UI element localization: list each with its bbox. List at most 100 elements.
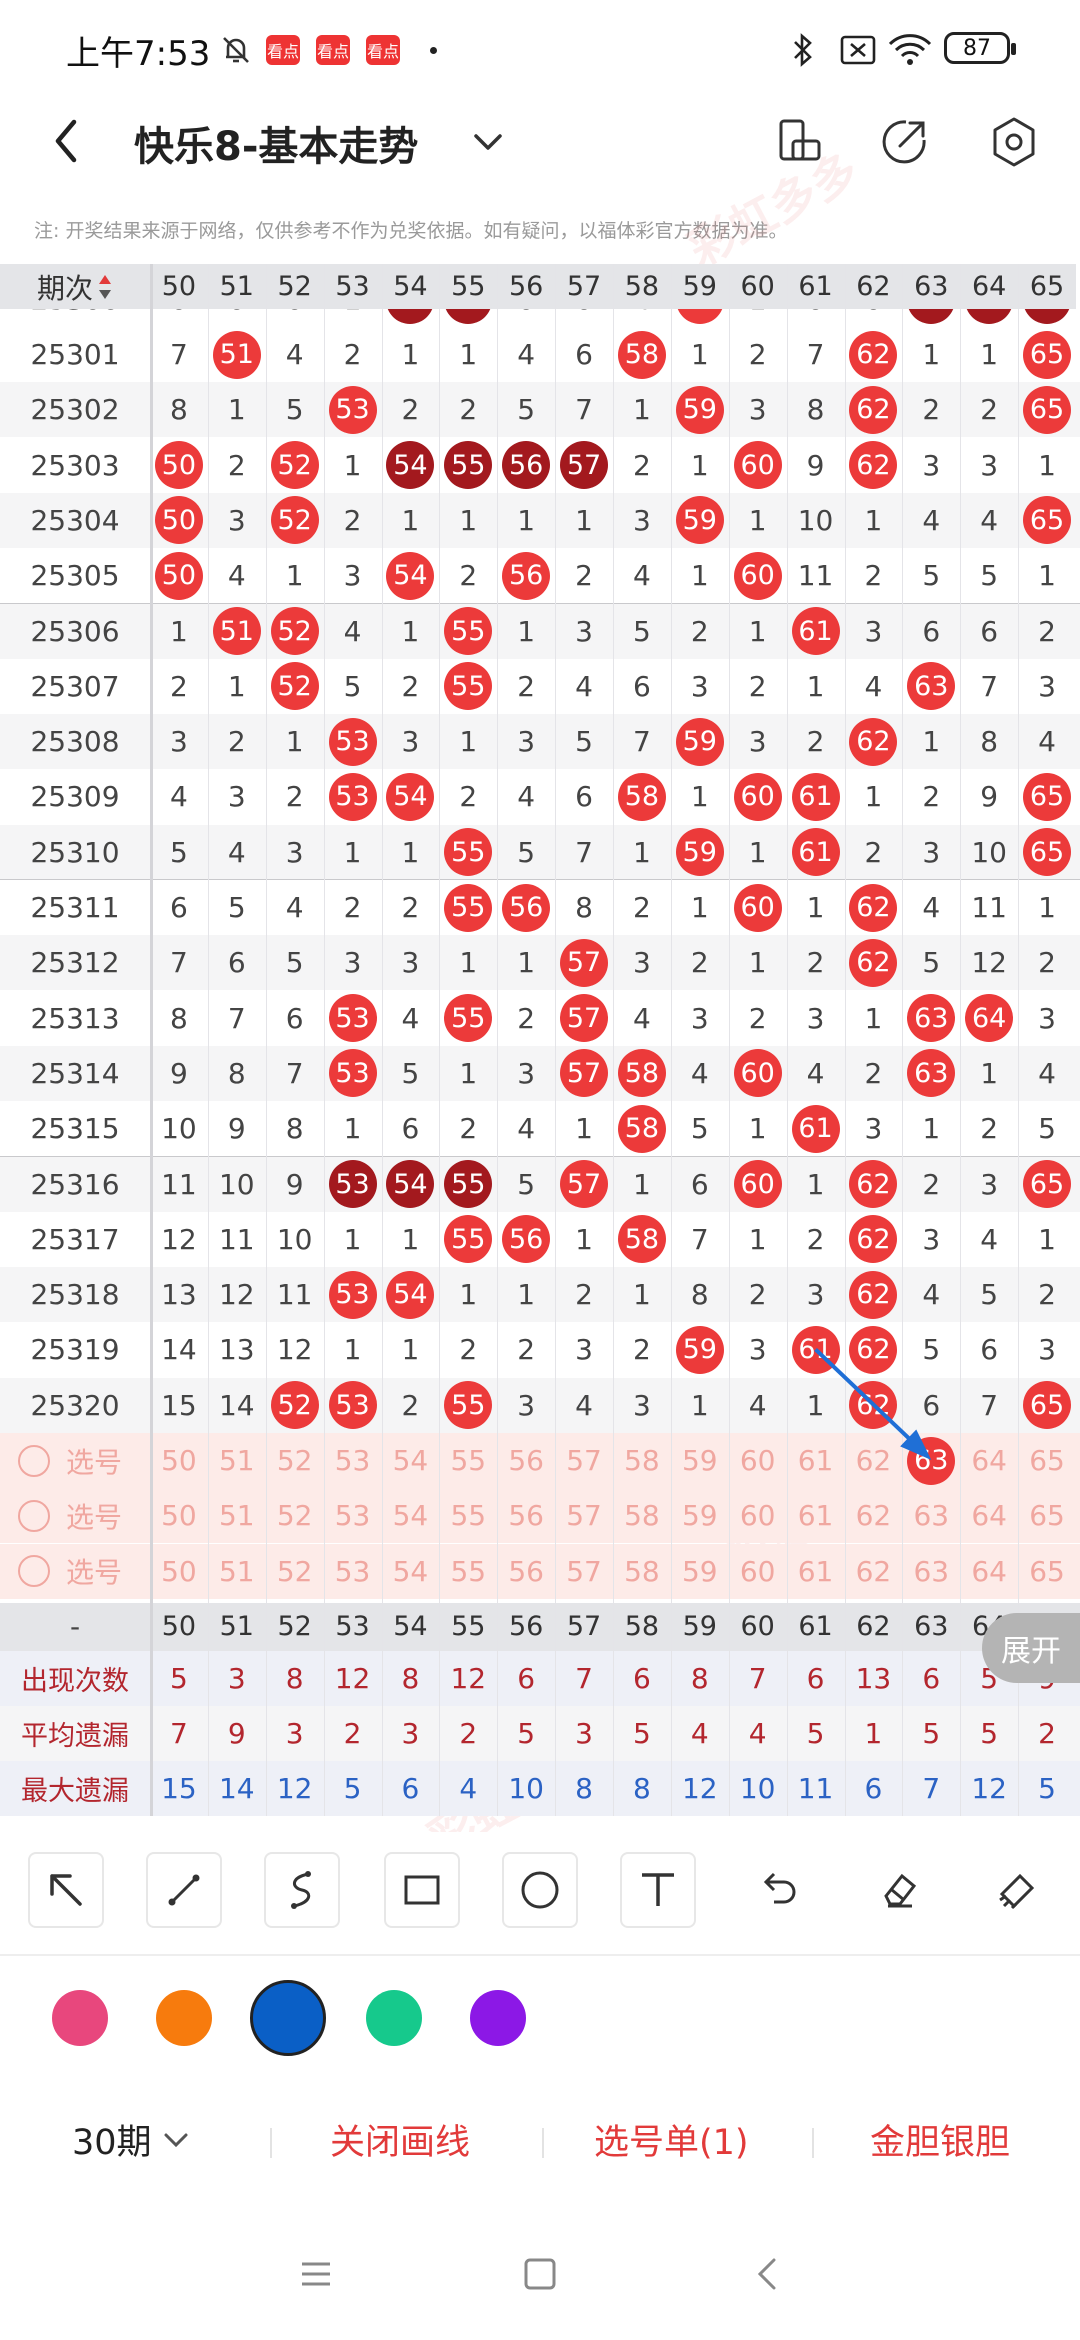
trend-cell[interactable]: 50: [150, 493, 208, 548]
trend-cell[interactable]: 6: [382, 1101, 440, 1156]
select-number-cell[interactable]: 62: [845, 1544, 903, 1599]
select-number-cell[interactable]: 55: [439, 1488, 497, 1543]
trend-cell[interactable]: 5: [497, 1157, 555, 1212]
system-back-icon[interactable]: [748, 2254, 788, 2298]
trend-cell[interactable]: 50: [150, 548, 208, 603]
select-number-cell[interactable]: 57: [555, 1433, 613, 1488]
trend-cell[interactable]: 1: [324, 1322, 382, 1377]
color-swatch[interactable]: [156, 1990, 212, 2046]
trend-cell[interactable]: 65: [1018, 825, 1076, 880]
trend-cell[interactable]: 53: [324, 991, 382, 1046]
trend-cell[interactable]: 2: [671, 604, 729, 659]
trend-cell[interactable]: 3: [497, 1046, 555, 1101]
trend-cell[interactable]: 1: [555, 493, 613, 548]
trend-cell[interactable]: 3: [902, 1212, 960, 1267]
trend-cell[interactable]: 1: [1018, 880, 1076, 935]
trend-cell[interactable]: 62: [845, 1378, 903, 1433]
trend-cell[interactable]: 5: [960, 1267, 1018, 1322]
trend-cell[interactable]: 1: [1018, 438, 1076, 493]
trend-cell[interactable]: 1: [671, 880, 729, 935]
trend-cell[interactable]: 7: [671, 1212, 729, 1267]
trend-cell[interactable]: 1: [845, 769, 903, 824]
color-swatch[interactable]: [250, 1980, 326, 2056]
trend-cell[interactable]: 58: [613, 327, 671, 382]
trend-cell[interactable]: 3: [729, 382, 787, 437]
trend-cell[interactable]: 62: [845, 1322, 903, 1377]
trend-cell[interactable]: 6: [902, 1378, 960, 1433]
trend-cell[interactable]: 5: [150, 825, 208, 880]
select-number-cell[interactable]: 64: [960, 1488, 1018, 1543]
trend-cell[interactable]: 3: [1018, 1322, 1076, 1377]
trend-cell[interactable]: 10: [960, 825, 1018, 880]
trend-cell[interactable]: 5: [613, 604, 671, 659]
select-number-cell[interactable]: 52: [266, 1433, 324, 1488]
color-swatch[interactable]: [470, 1990, 526, 2046]
trend-cell[interactable]: 1: [555, 1212, 613, 1267]
trend-cell[interactable]: 61: [787, 769, 845, 824]
trend-cell[interactable]: 2: [671, 935, 729, 990]
trend-cell[interactable]: 63: [902, 1046, 960, 1101]
trend-cell[interactable]: 58: [613, 769, 671, 824]
trend-cell[interactable]: 1: [497, 1267, 555, 1322]
trend-cell[interactable]: 5: [960, 548, 1018, 603]
trend-cell[interactable]: 2: [787, 935, 845, 990]
trend-cell[interactable]: 6: [960, 604, 1018, 659]
trend-cell[interactable]: 3: [613, 493, 671, 548]
select-number-cell[interactable]: 60: [729, 1488, 787, 1543]
trend-cell[interactable]: 2: [439, 382, 497, 437]
trend-cell[interactable]: 57: [555, 991, 613, 1046]
trend-cell[interactable]: 53: [324, 1046, 382, 1101]
trend-cell[interactable]: 2: [845, 1046, 903, 1101]
trend-cell[interactable]: 1: [729, 825, 787, 880]
trend-cell[interactable]: 1: [845, 493, 903, 548]
trend-cell[interactable]: 1: [266, 714, 324, 769]
trend-cell[interactable]: 2: [439, 1322, 497, 1377]
line-tool-button[interactable]: [146, 1852, 222, 1928]
select-number-cell[interactable]: 61: [787, 1488, 845, 1543]
select-number-cell[interactable]: 57: [555, 1544, 613, 1599]
undo-tool-button[interactable]: [740, 1852, 816, 1928]
trend-cell[interactable]: 5: [671, 1101, 729, 1156]
trend-cell[interactable]: 52: [266, 659, 324, 714]
trend-cell[interactable]: 2: [729, 327, 787, 382]
trend-cell[interactable]: 4: [497, 1101, 555, 1156]
back-arrow-icon[interactable]: [44, 114, 94, 168]
trend-cell[interactable]: 3: [382, 714, 440, 769]
trend-cell[interactable]: 55: [439, 825, 497, 880]
trend-cell[interactable]: 10: [208, 1157, 266, 1212]
trend-cell[interactable]: 2: [902, 1157, 960, 1212]
trend-cell[interactable]: 1: [208, 659, 266, 714]
trend-cell[interactable]: 8: [960, 714, 1018, 769]
trend-cell[interactable]: 2: [845, 548, 903, 603]
trend-cell[interactable]: 5: [208, 880, 266, 935]
trend-cell[interactable]: 3: [845, 1101, 903, 1156]
trend-cell[interactable]: 2: [1018, 935, 1076, 990]
trend-cell[interactable]: 60: [729, 769, 787, 824]
trend-cell[interactable]: 8: [555, 880, 613, 935]
trend-cell[interactable]: 2: [960, 1101, 1018, 1156]
trend-cell[interactable]: 10: [266, 1212, 324, 1267]
trend-cell[interactable]: 56: [497, 880, 555, 935]
trend-cell[interactable]: 3: [671, 991, 729, 1046]
trend-cell[interactable]: 53: [324, 769, 382, 824]
trend-cell[interactable]: 55: [439, 659, 497, 714]
trend-cell[interactable]: 54: [382, 438, 440, 493]
trend-cell[interactable]: 5: [902, 1322, 960, 1377]
trend-cell[interactable]: 5: [497, 825, 555, 880]
color-swatch[interactable]: [366, 1990, 422, 2046]
trend-cell[interactable]: 2: [324, 880, 382, 935]
trend-cell[interactable]: 1: [497, 604, 555, 659]
trend-cell[interactable]: 4: [555, 1378, 613, 1433]
trend-cell[interactable]: 56: [497, 438, 555, 493]
select-number-cell[interactable]: 59: [671, 1488, 729, 1543]
trend-cell[interactable]: 54: [382, 548, 440, 603]
trend-cell[interactable]: 1: [1018, 548, 1076, 603]
trend-cell[interactable]: 1: [902, 327, 960, 382]
trend-cell[interactable]: 1: [960, 1046, 1018, 1101]
trend-cell[interactable]: 1: [439, 327, 497, 382]
trend-cell[interactable]: 3: [555, 604, 613, 659]
page-title[interactable]: 快乐8-基本走势: [134, 114, 418, 172]
trend-cell[interactable]: 12: [960, 935, 1018, 990]
trend-cell[interactable]: 63: [902, 991, 960, 1046]
trend-cell[interactable]: 11: [208, 1212, 266, 1267]
